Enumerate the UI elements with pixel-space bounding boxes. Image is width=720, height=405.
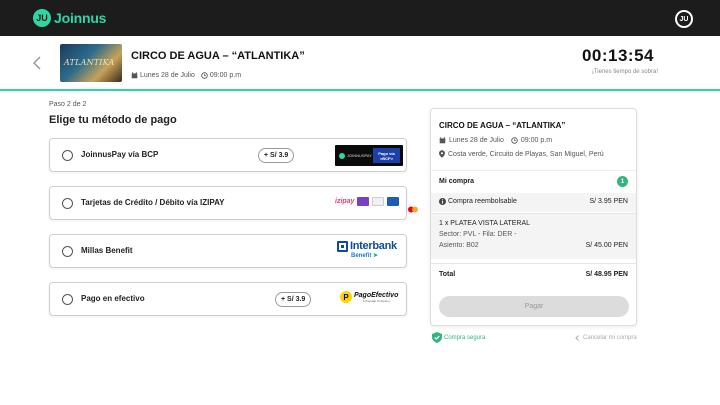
radio-izipay[interactable] — [62, 198, 73, 209]
order-summary-card: CIRCO DE AGUA – “ATLANTIKA” Lunes 28 de … — [430, 108, 637, 326]
info-icon — [439, 198, 446, 205]
chevron-left-icon — [33, 56, 41, 70]
payment-option-izipay[interactable]: Tarjetas de Crédito / Débito vía IZIPAY … — [49, 186, 418, 220]
countdown-timer: 00:13:54 — [581, 46, 654, 65]
user-avatar[interactable]: JU — [675, 10, 693, 28]
payment-option-millas-benefit[interactable]: Millas Benefit Interbank Benefit ➤ — [49, 234, 407, 268]
secure-label: Compra segura — [444, 334, 486, 341]
ticket-item: 1 x PLATEA VISTA LATERAL Sector: PVL - F… — [431, 213, 636, 259]
payment-option-label: JoinnusPay vía BCP — [81, 150, 159, 159]
pagoefectivo-mark-icon: P — [340, 291, 352, 303]
event-date: Lunes 28 de Julio — [140, 72, 195, 79]
event-title: CIRCO DE AGUA – “ATLANTIKA” — [131, 50, 305, 62]
avatar-initials: JU — [677, 12, 691, 26]
radio-pago-efectivo[interactable] — [62, 294, 73, 305]
interbank-benefit-logo: Interbank Benefit ➤ — [337, 240, 409, 259]
logo-text: PagoEfectivo — [354, 291, 399, 299]
amex-icon — [387, 197, 400, 206]
card-icon — [357, 197, 370, 206]
radio-joinnuspay[interactable] — [62, 150, 73, 161]
step-indicator: Paso 2 de 2 — [49, 101, 87, 108]
fee-badge: + S/ 3.9 — [275, 292, 312, 307]
cancel-purchase-link[interactable]: Cancelar mi compra — [575, 335, 637, 341]
summary-venue: Costa verde, Circuito de Playas, San Mig… — [439, 150, 604, 158]
refundable-label: Compra reembolsable — [448, 198, 517, 205]
event-meta: Lunes 28 de Julio 09:00 p.m — [131, 72, 241, 79]
total-row: Total S/ 48.95 PEN — [431, 263, 636, 285]
payment-option-label: Millas Benefit — [81, 246, 133, 255]
total-label: Total — [439, 271, 456, 278]
back-button[interactable] — [30, 54, 44, 72]
ticket-title: 1 x PLATEA VISTA LATERAL — [439, 220, 531, 227]
logo-text: JOINNUSPAY — [347, 153, 372, 158]
purchase-count-badge: 1 — [617, 176, 628, 187]
logo-text: Interbank — [350, 240, 397, 252]
timer-caption: ¡Tienes tiempo de sobra! — [591, 69, 658, 75]
event-header: ATLANTIKA CIRCO DE AGUA – “ATLANTIKA” Lu… — [0, 36, 720, 91]
payment-option-label: Pago en efectivo — [81, 294, 145, 303]
payment-section-title: Elige tu método de pago — [49, 114, 177, 126]
summary-date: Lunes 28 de Julio — [449, 137, 504, 144]
interbank-mark-icon — [337, 240, 348, 252]
arrow-icon: ➤ — [373, 253, 379, 259]
my-purchase-label: Mi compra — [439, 178, 475, 185]
location-pin-icon — [439, 150, 445, 158]
izipay-logo: izipay — [335, 198, 355, 205]
mastercard-icon — [408, 206, 418, 213]
logo-text: Joinnus — [54, 10, 107, 26]
venue-text: Costa verde, Circuito de Playas, San Mig… — [448, 150, 604, 158]
joinnus-logo[interactable]: JU Joinnus — [33, 9, 106, 27]
logo-sub-text: A Paysafe Company — [362, 298, 390, 303]
thumbnail-text: ATLANTIKA — [64, 58, 115, 67]
radio-millas-benefit[interactable] — [62, 246, 73, 257]
payment-option-pago-efectivo[interactable]: Pago en efectivo + S/ 3.9 P PagoEfectivo… — [49, 282, 407, 316]
card-logos: izipay — [335, 197, 418, 213]
top-navbar: JU Joinnus JU — [0, 0, 720, 36]
refundable-row: Compra reembolsable S/ 3.95 PEN — [431, 193, 636, 212]
fee-badge: + S/ 3.9 — [258, 148, 295, 163]
refundable-price: S/ 3.95 PEN — [589, 198, 628, 205]
my-purchase-row[interactable]: Mi compra 1 — [431, 170, 636, 192]
calendar-icon — [131, 72, 138, 79]
clock-icon — [201, 72, 208, 79]
payment-option-label: Tarjetas de Crédito / Débito vía IZIPAY — [81, 198, 225, 207]
cancel-label: Cancelar mi compra — [583, 335, 637, 341]
total-value: S/ 48.95 PEN — [585, 271, 628, 278]
summary-time: 09:00 p.m — [520, 137, 553, 144]
calendar-icon — [439, 137, 446, 144]
clock-icon — [511, 137, 518, 144]
summary-event-title: CIRCO DE AGUA – “ATLANTIKA” — [439, 121, 566, 130]
summary-datetime: Lunes 28 de Julio 09:00 p.m — [439, 137, 552, 144]
ticket-sector: Sector: PVL - Fila: DER - — [439, 231, 517, 238]
event-time: 09:00 p.m — [209, 72, 242, 79]
ticket-price: S/ 45.00 PEN — [585, 242, 628, 249]
event-thumbnail: ATLANTIKA — [60, 44, 122, 82]
ticket-seat: Asiento: B02 — [439, 242, 479, 249]
joinnus-dot-icon — [339, 152, 345, 159]
payment-option-joinnuspay[interactable]: JoinnusPay vía BCP + S/ 3.9 JOINNUSPAY P… — [49, 138, 407, 172]
visa-icon — [372, 197, 385, 206]
secure-purchase-indicator: Compra segura — [432, 332, 485, 343]
logo-brand-text: >BCP> — [379, 155, 394, 161]
chevron-left-icon — [575, 335, 579, 341]
shield-check-icon — [432, 332, 442, 343]
joinnuspay-bcp-logo: JOINNUSPAY Pago vía >BCP> — [335, 145, 403, 166]
logo-mark-icon: JU — [33, 9, 51, 27]
pagoefectivo-logo: P PagoEfectivo A Paysafe Company — [340, 291, 398, 303]
pay-button[interactable]: Pagar — [439, 296, 629, 317]
logo-sub-text: Benefit — [351, 253, 372, 259]
